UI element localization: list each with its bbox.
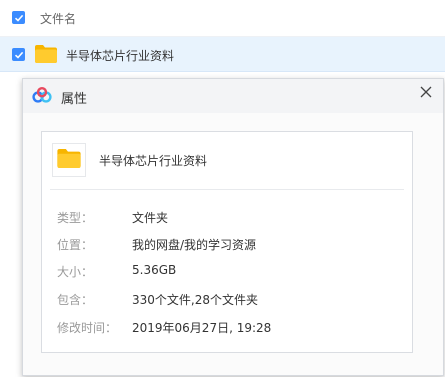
property-type: 类型： 文件夹 [42, 209, 412, 227]
folder-icon [57, 148, 81, 172]
property-location: 位置： 我的网盘/我的学习资源 [42, 236, 412, 254]
file-list-header: 文件名 [0, 0, 445, 37]
property-modified-time: 修改时间： 2019年06月27日, 19:28 [42, 319, 412, 337]
close-icon [420, 86, 432, 98]
property-label: 包含： [57, 293, 94, 307]
property-contains: 包含： 330个文件,28个文件夹 [42, 291, 412, 309]
property-label: 大小： [57, 265, 94, 279]
properties-panel: 半导体芯片行业资料 类型： 文件夹 位置： 我的网盘/我的学习资源 大小： 5.… [41, 131, 413, 353]
folder-name: 半导体芯片行业资料 [99, 154, 208, 168]
divider [50, 189, 404, 190]
baidu-netdisk-logo-icon [32, 86, 52, 107]
property-value: 文件夹 [132, 211, 169, 225]
property-label: 位置： [57, 238, 94, 252]
property-value: 2019年06月27日, 19:28 [132, 321, 272, 335]
property-label: 类型： [57, 211, 94, 225]
property-value: 5.36GB [132, 263, 177, 277]
properties-dialog: 属性 半导体芯片行业资料 类型： 文件夹 位置： 我的网盘/我的学习资源 大小：… [22, 78, 444, 376]
close-button[interactable] [417, 83, 435, 101]
checkmark-icon [14, 51, 23, 59]
row-checkbox[interactable] [12, 48, 25, 61]
property-size: 大小： 5.36GB [42, 263, 412, 281]
folder-icon [35, 45, 57, 67]
folder-icon-frame [52, 143, 86, 177]
property-value: 我的网盘/我的学习资源 [132, 238, 257, 252]
property-label: 修改时间： [57, 321, 118, 335]
property-value: 330个文件,28个文件夹 [132, 293, 258, 307]
dialog-title: 属性 [61, 92, 88, 107]
select-all-checkbox[interactable] [12, 11, 25, 24]
file-row[interactable]: 半导体芯片行业资料 [0, 37, 445, 72]
filename-column-header[interactable]: 文件名 [40, 10, 76, 27]
dialog-title-bar[interactable]: 属性 [23, 79, 443, 113]
checkmark-icon [14, 14, 23, 22]
file-name[interactable]: 半导体芯片行业资料 [66, 47, 174, 64]
